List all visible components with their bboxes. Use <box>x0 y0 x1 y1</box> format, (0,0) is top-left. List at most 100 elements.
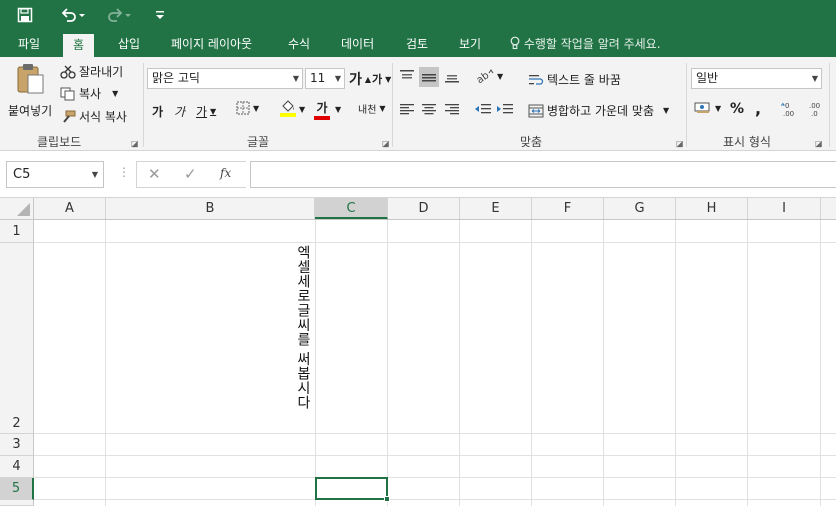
column-header-c[interactable]: C <box>315 198 388 219</box>
number-format-select[interactable]: 일반 ▼ <box>691 68 822 89</box>
clipboard-launcher-icon[interactable]: ◪ <box>131 139 139 148</box>
font-size-value: 11 <box>310 71 326 85</box>
grow-font-button[interactable]: 가 ▲ <box>349 69 371 89</box>
align-bottom-button[interactable] <box>444 69 460 83</box>
phonetic-glyph: 내천 <box>358 105 377 116</box>
font-name-select[interactable]: 맑은 고딕 ▼ <box>147 68 303 89</box>
fill-color-button[interactable] <box>280 99 296 117</box>
increase-decimal-button[interactable]: 0.00 <box>780 101 800 117</box>
format-painter-button[interactable]: 서식 복사 <box>60 108 127 125</box>
row-header-5[interactable]: 5 <box>0 478 34 500</box>
decrease-indent-button[interactable] <box>474 102 492 116</box>
column-header-e[interactable]: E <box>460 198 532 219</box>
orientation-icon: ab <box>475 69 494 83</box>
wrap-text-icon <box>528 73 544 87</box>
formula-input[interactable] <box>250 161 836 188</box>
tab-view[interactable]: 보기 <box>457 31 483 57</box>
merge-cells-icon <box>528 104 544 118</box>
gridline <box>603 220 604 506</box>
gridline <box>675 220 676 506</box>
group-divider <box>686 63 687 147</box>
tab-home[interactable]: 홈 <box>63 34 95 57</box>
column-header-a[interactable]: A <box>34 198 106 219</box>
fill-handle[interactable] <box>384 496 390 502</box>
cancel-icon[interactable]: ✕ <box>148 165 161 183</box>
tab-review[interactable]: 검토 <box>404 31 430 57</box>
orientation-button[interactable]: ab ▼ <box>474 69 503 83</box>
chevron-down-icon[interactable]: ▼ <box>335 105 341 114</box>
save-icon[interactable] <box>14 4 36 26</box>
column-header-d[interactable]: D <box>388 198 460 219</box>
name-box[interactable]: C5 ▼ <box>6 161 104 188</box>
svg-text:ab: ab <box>475 70 492 83</box>
paste-button[interactable]: 붙여넣기 <box>8 63 52 119</box>
group-divider <box>829 63 830 147</box>
number-launcher-icon[interactable]: ◪ <box>815 139 823 148</box>
shrink-font-button[interactable]: 가 ▼ <box>372 71 391 87</box>
insert-function-icon[interactable]: fx <box>220 166 231 180</box>
font-color-button[interactable]: 가 <box>314 99 330 120</box>
chevron-down-icon[interactable]: ▼ <box>299 105 305 114</box>
wrap-text-button[interactable]: 텍스트 줄 바꿈 <box>528 71 621 88</box>
paste-label: 붙여넣기 <box>8 104 53 118</box>
column-header-row: A B C D E F G H I <box>34 198 836 220</box>
tab-page-layout[interactable]: 페이지 레이아웃 <box>169 31 254 57</box>
cell-b2-text[interactable]: 엑셀세로글씨를 써봅시다 <box>293 245 313 409</box>
redo-icon[interactable] <box>104 4 134 26</box>
align-center-icon <box>422 104 436 115</box>
undo-icon[interactable] <box>58 4 88 26</box>
wrap-text-label: 텍스트 줄 바꿈 <box>547 73 621 87</box>
align-middle-button[interactable] <box>419 67 439 87</box>
font-size-select[interactable]: 11 ▼ <box>305 68 345 89</box>
percent-button[interactable]: % <box>730 101 744 117</box>
merge-center-button[interactable]: 병합하고 가운데 맞춤 ▼ <box>528 102 669 119</box>
comma-button[interactable]: , <box>755 99 761 118</box>
underline-button[interactable]: 가 ▼ <box>196 103 216 120</box>
copy-button[interactable]: 복사 ▼ <box>60 85 118 102</box>
row-header-3[interactable]: 3 <box>0 434 34 456</box>
bold-button[interactable]: 가 <box>152 103 163 120</box>
enter-icon[interactable]: ✓ <box>184 165 197 183</box>
tell-me-box[interactable]: 수행할 작업을 알려 주세요. <box>510 31 661 57</box>
column-header-b[interactable]: B <box>106 198 315 219</box>
row-header-1[interactable]: 1 <box>0 220 34 243</box>
align-left-button[interactable] <box>399 102 415 116</box>
gridline <box>34 433 836 434</box>
column-header-g[interactable]: G <box>604 198 676 219</box>
row-header-2[interactable]: 2 <box>0 243 34 434</box>
align-right-icon <box>445 104 459 115</box>
align-top-button[interactable] <box>399 69 415 83</box>
column-header-f[interactable]: F <box>532 198 604 219</box>
select-all-button[interactable] <box>0 198 34 220</box>
phonetic-button[interactable]: 내천 ▼ <box>358 101 386 116</box>
increase-indent-button[interactable] <box>496 102 514 116</box>
column-header-h[interactable]: H <box>676 198 748 219</box>
tab-data[interactable]: 데이터 <box>339 31 376 57</box>
font-color-glyph: 가 <box>316 101 328 115</box>
currency-icon <box>694 102 710 113</box>
chevron-down-icon: ▼ <box>334 74 341 83</box>
decrease-decimal-button[interactable]: .00.0 <box>806 101 826 117</box>
tab-formulas[interactable]: 수식 <box>286 31 312 57</box>
cut-button[interactable]: 잘라내기 <box>60 63 123 80</box>
customize-icon[interactable] <box>152 4 168 26</box>
row-header-6[interactable] <box>0 500 34 506</box>
font-launcher-icon[interactable]: ◪ <box>382 139 390 148</box>
active-cell-c5[interactable] <box>315 477 388 500</box>
borders-button[interactable]: ▼ <box>236 101 259 115</box>
chevron-down-icon: ▼ <box>379 104 386 113</box>
accounting-format-button[interactable]: ▼ <box>694 101 721 115</box>
tab-insert[interactable]: 삽입 <box>116 31 142 57</box>
align-right-button[interactable] <box>444 102 460 116</box>
chevron-down-icon: ▼ <box>292 74 299 83</box>
cut-label: 잘라내기 <box>79 65 124 79</box>
align-center-button[interactable] <box>421 102 437 116</box>
decrease-indent-icon <box>475 104 491 114</box>
tab-file[interactable]: 파일 <box>16 31 42 57</box>
italic-button[interactable]: 가 <box>174 103 185 120</box>
alignment-launcher-icon[interactable]: ◪ <box>676 139 684 148</box>
number-group-label: 표시 형식 <box>723 135 771 149</box>
row-header-4[interactable]: 4 <box>0 456 34 478</box>
align-middle-icon <box>422 74 436 82</box>
column-header-i[interactable]: I <box>748 198 821 219</box>
